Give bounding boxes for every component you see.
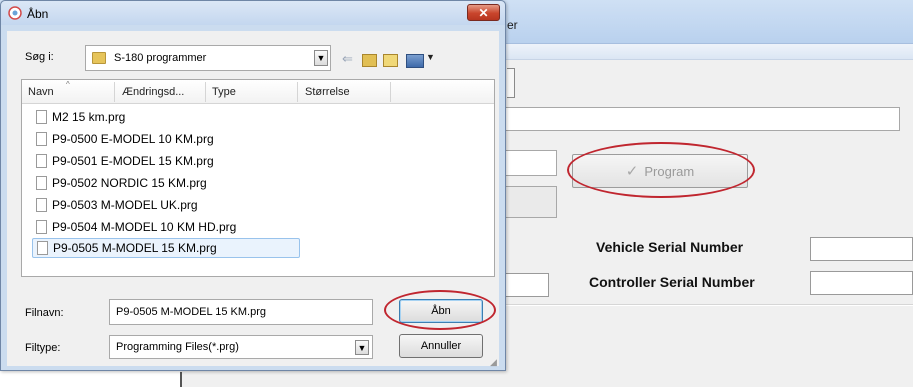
file-name: P9-0501 E-MODEL 15 KM.prg [52, 154, 214, 168]
back-arrow-icon[interactable]: ⇐ [342, 51, 353, 67]
file-icon [36, 220, 47, 234]
column-size[interactable]: Størrelse [305, 86, 350, 98]
controller-serial-label: Controller Serial Number [589, 274, 755, 290]
vehicle-serial-input[interactable] [810, 237, 913, 261]
resize-grip-icon[interactable]: ◢ [490, 357, 497, 368]
cancel-button[interactable]: Annuller [399, 334, 483, 358]
file-list-item-selected[interactable]: P9-0505 M-MODEL 15 KM.prg [32, 238, 300, 258]
column-divider[interactable] [297, 82, 298, 102]
file-list-item[interactable]: P9-0502 NORDIC 15 KM.prg [32, 173, 211, 193]
file-name: P9-0500 E-MODEL 10 KM.prg [52, 132, 214, 146]
dialog-title-bar[interactable]: Åbn ✕ [1, 1, 505, 25]
open-file-dialog: Åbn ✕ Søg i: S-180 programmer ▼ ⇐ ▼ Navn… [0, 0, 506, 371]
file-list-item[interactable]: P9-0504 M-MODEL 10 KM HD.prg [32, 217, 240, 237]
views-menu-icon[interactable] [406, 54, 424, 68]
background-wide-input[interactable] [505, 107, 900, 131]
filename-input[interactable] [109, 299, 373, 325]
folder-globe-icon [8, 6, 22, 20]
dialog-title: Åbn [27, 7, 49, 21]
file-icon [36, 154, 47, 168]
file-icon [36, 132, 47, 146]
look-in-value: S-180 programmer [114, 52, 207, 64]
file-name: P9-0504 M-MODEL 10 KM HD.prg [52, 220, 237, 234]
sort-ascending-icon: ^ [66, 80, 70, 89]
open-highlight-ellipse [384, 290, 496, 330]
folder-icon [92, 52, 106, 64]
background-title-text: er [507, 18, 518, 32]
file-list-item[interactable]: P9-0501 E-MODEL 15 KM.prg [32, 151, 218, 171]
vehicle-serial-label: Vehicle Serial Number [596, 239, 744, 255]
up-folder-icon[interactable] [362, 54, 377, 67]
cancel-button-label: Annuller [420, 340, 462, 352]
filetype-select[interactable]: Programming Files(*.prg) ▼ [109, 335, 373, 359]
close-button[interactable]: ✕ [467, 4, 500, 21]
new-folder-icon[interactable] [383, 54, 398, 67]
file-list-header: Navn ^ Ændringsd... Type Størrelse [22, 80, 494, 104]
file-list-item[interactable]: M2 15 km.prg [32, 107, 129, 127]
file-list[interactable]: Navn ^ Ændringsd... Type Størrelse M2 15… [21, 79, 495, 277]
close-icon: ✕ [478, 5, 489, 20]
views-dropdown-icon[interactable]: ▼ [426, 52, 435, 62]
column-type[interactable]: Type [212, 86, 236, 98]
column-divider[interactable] [390, 82, 391, 102]
file-icon [36, 176, 47, 190]
program-highlight-ellipse [567, 142, 755, 198]
file-icon [37, 241, 48, 255]
file-name: P9-0505 M-MODEL 15 KM.prg [53, 241, 217, 255]
column-date-modified[interactable]: Ændringsd... [122, 86, 184, 98]
background-top-box[interactable] [507, 68, 515, 98]
background-left-input[interactable] [505, 273, 549, 297]
file-list-item[interactable]: P9-0500 E-MODEL 10 KM.prg [32, 129, 218, 149]
look-in-label: Søg i: [25, 51, 54, 63]
background-small-button[interactable] [505, 186, 557, 218]
file-name: M2 15 km.prg [52, 110, 126, 124]
column-name[interactable]: Navn [28, 86, 54, 98]
file-icon [36, 198, 47, 212]
filetype-value: Programming Files(*.prg) [116, 341, 239, 353]
file-name: P9-0502 NORDIC 15 KM.prg [52, 176, 207, 190]
chevron-down-icon[interactable]: ▼ [314, 50, 328, 66]
background-splitter [180, 372, 182, 387]
chevron-down-icon[interactable]: ▼ [355, 340, 369, 355]
file-name: P9-0503 M-MODEL UK.prg [52, 198, 198, 212]
file-list-item[interactable]: P9-0503 M-MODEL UK.prg [32, 195, 202, 215]
controller-serial-input[interactable] [810, 271, 913, 295]
look-in-combo[interactable]: S-180 programmer ▼ [85, 45, 331, 71]
column-divider[interactable] [205, 82, 206, 102]
column-divider[interactable] [114, 82, 115, 102]
background-small-input[interactable] [505, 150, 557, 176]
filetype-label: Filtype: [25, 342, 61, 354]
file-icon [36, 110, 47, 124]
filename-label: Filnavn: [25, 307, 64, 319]
